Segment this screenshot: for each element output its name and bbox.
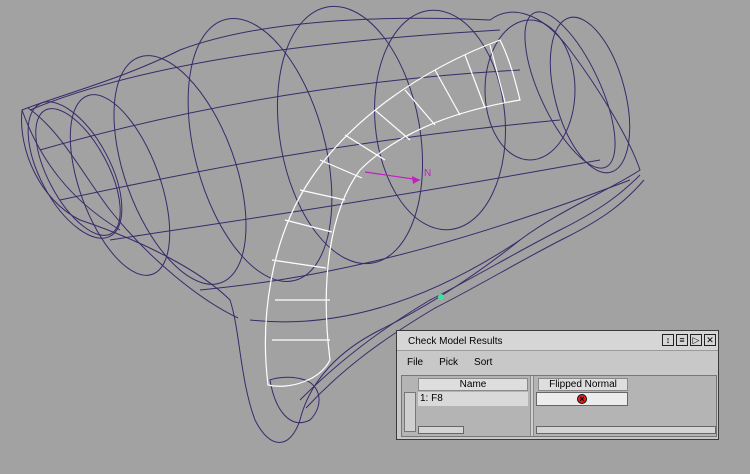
menu-file[interactable]: File [397, 353, 429, 369]
column-header-name[interactable]: Name [418, 378, 528, 391]
flipped-column-scrollbar[interactable] [536, 426, 716, 434]
resize-icon[interactable]: ↕ [662, 334, 674, 346]
menu-pick[interactable]: Pick [429, 353, 464, 369]
panel-title-bar[interactable]: Check Model Results ↕ ≡ ▷ ✕ [397, 331, 718, 351]
normal-label: N [424, 168, 431, 179]
table-row-name[interactable]: 1: F8 [418, 392, 528, 406]
play-icon[interactable]: ▷ [690, 334, 702, 346]
close-icon[interactable]: ✕ [704, 334, 716, 346]
column-header-flipped-normal[interactable]: Flipped Normal [538, 378, 628, 391]
check-model-results-panel: Check Model Results ↕ ≡ ▷ ✕ File Pick So… [396, 330, 719, 440]
name-column-scrollbar[interactable] [418, 426, 464, 434]
menu-bar: File Pick Sort [397, 353, 718, 369]
table-row-flipped-normal[interactable]: × [536, 392, 628, 406]
row-selector[interactable] [404, 392, 416, 432]
results-table: Name Flipped Normal 1: F8 × [401, 375, 717, 437]
panel-title: Check Model Results [408, 336, 503, 347]
pivot-marker [438, 294, 444, 300]
menu-sort[interactable]: Sort [464, 353, 498, 369]
list-icon[interactable]: ≡ [676, 334, 688, 346]
column-divider[interactable] [530, 376, 534, 436]
error-icon: × [577, 394, 587, 404]
